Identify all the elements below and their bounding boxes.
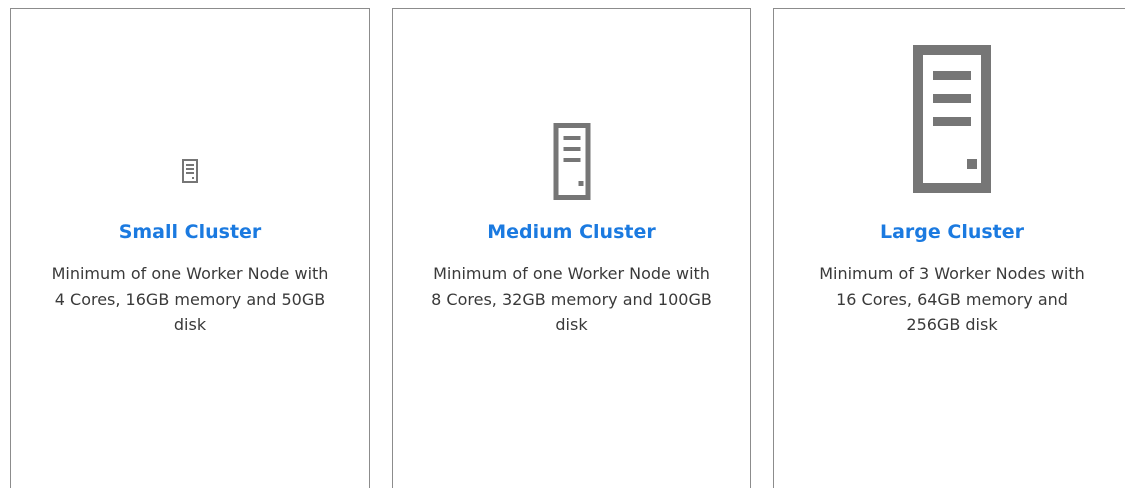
large-cluster-card[interactable]: Large Cluster Minimum of 3 Worker Nodes … [773, 8, 1125, 488]
medium-cluster-title: Medium Cluster [487, 221, 656, 243]
description-line: 4 Cores, 16GB memory and 50GB [54, 289, 326, 309]
medium-cluster-description: Minimum of one Worker Node with 8 Cores,… [393, 261, 750, 338]
small-cluster-description: Minimum of one Worker Node with 4 Cores,… [11, 261, 369, 338]
large-cluster-title: Large Cluster [879, 221, 1025, 243]
server-tower-icon [182, 159, 198, 183]
medium-cluster-card[interactable]: Medium Cluster Minimum of one Worker Nod… [392, 8, 751, 488]
description-line: Minimum of one Worker Node with [51, 264, 329, 283]
description-line: 8 Cores, 32GB memory and 100GB [431, 289, 712, 309]
description-line: Minimum of one Worker Node with [433, 264, 710, 283]
small-cluster-title: Small Cluster [118, 221, 262, 243]
description-line: disk [555, 315, 588, 334]
small-cluster-card[interactable]: Small Cluster Minimum of one Worker Node… [10, 8, 370, 488]
description-line: Minimum of 3 Worker Nodes with [819, 264, 1085, 283]
server-tower-icon [553, 123, 590, 200]
description-line: 16 Cores, 64GB memory and [836, 289, 1068, 309]
large-cluster-description: Minimum of 3 Worker Nodes with 16 Cores,… [774, 261, 1125, 338]
server-tower-icon [913, 45, 991, 193]
description-line: disk [173, 315, 207, 334]
description-line: 256GB disk [906, 315, 998, 334]
